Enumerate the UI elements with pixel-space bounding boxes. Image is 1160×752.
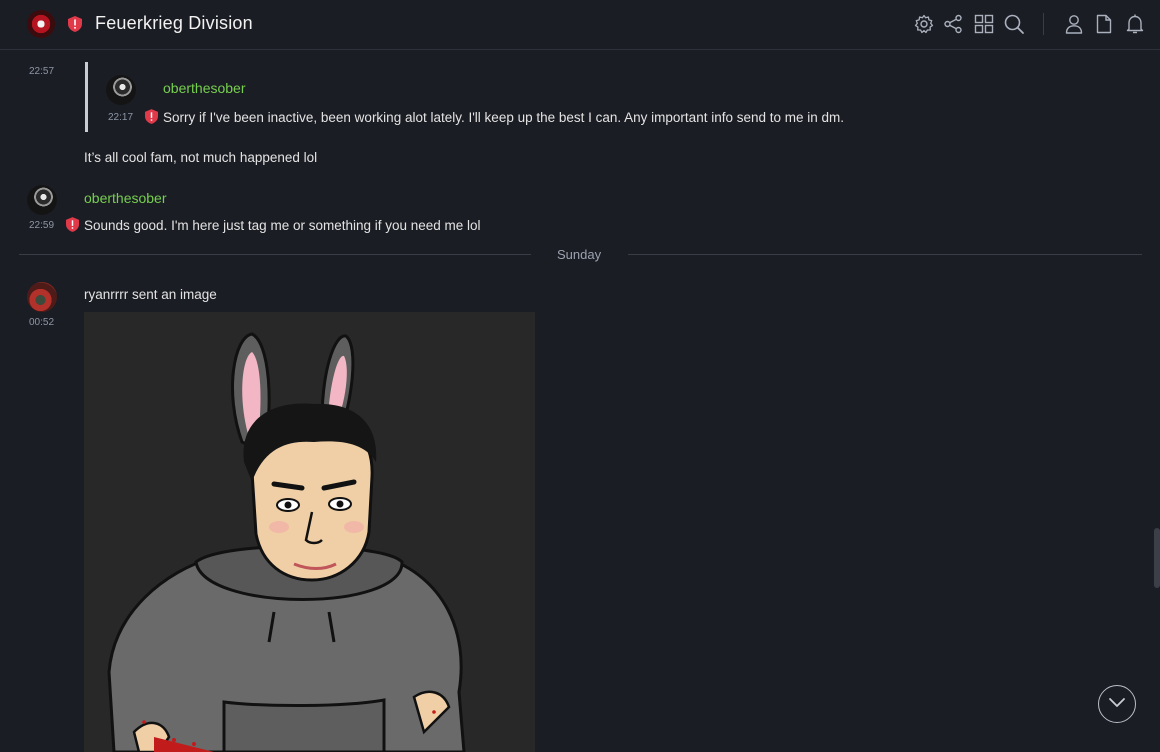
reply-timestamp: 22:17 (108, 112, 134, 123)
sender-name[interactable]: oberthesober (84, 190, 167, 206)
message-timeline: 22:57 oberthesober 22:17 Sorry if I've b… (0, 50, 1160, 752)
avatar[interactable] (27, 282, 57, 312)
files-icon[interactable] (1093, 13, 1115, 35)
room-title[interactable]: Feuerkrieg Division (95, 13, 253, 34)
notifications-icon[interactable] (1124, 13, 1146, 35)
reply-text: Sorry if I've been inactive, been workin… (163, 110, 845, 125)
apps-icon[interactable] (973, 13, 995, 35)
reply-quote-bar (85, 62, 88, 132)
message-text: ryanrrrr sent an image (84, 287, 217, 302)
cartoon-image (84, 312, 535, 752)
scrollbar-thumb[interactable] (1154, 528, 1160, 588)
jump-to-bottom-button[interactable] (1098, 685, 1136, 723)
day-label: Sunday (557, 247, 602, 262)
image-attachment[interactable] (84, 312, 535, 752)
header-divider (1043, 13, 1044, 35)
reply-sender-name[interactable]: oberthesober (163, 80, 246, 96)
shield-warning-icon (145, 109, 159, 125)
message-text: It’s all cool fam, not much happened lol (84, 150, 318, 165)
settings-icon[interactable] (913, 13, 935, 35)
avatar[interactable] (106, 75, 136, 105)
message-timestamp: 00:52 (29, 317, 55, 328)
message-text: Sounds good. I'm here just tag me or som… (84, 218, 481, 233)
search-icon[interactable] (1003, 13, 1025, 35)
message-timestamp: 22:57 (29, 66, 55, 77)
separator-line (628, 254, 1142, 255)
avatar[interactable] (27, 185, 57, 215)
shield-warning-icon (66, 217, 80, 233)
shield-warning-icon (68, 16, 82, 32)
room-avatar[interactable] (27, 10, 55, 38)
room-header: Feuerkrieg Division (0, 0, 1160, 50)
separator-line (19, 254, 531, 255)
share-icon[interactable] (942, 13, 964, 35)
member-icon[interactable] (1063, 13, 1085, 35)
message-timestamp: 22:59 (29, 220, 55, 231)
